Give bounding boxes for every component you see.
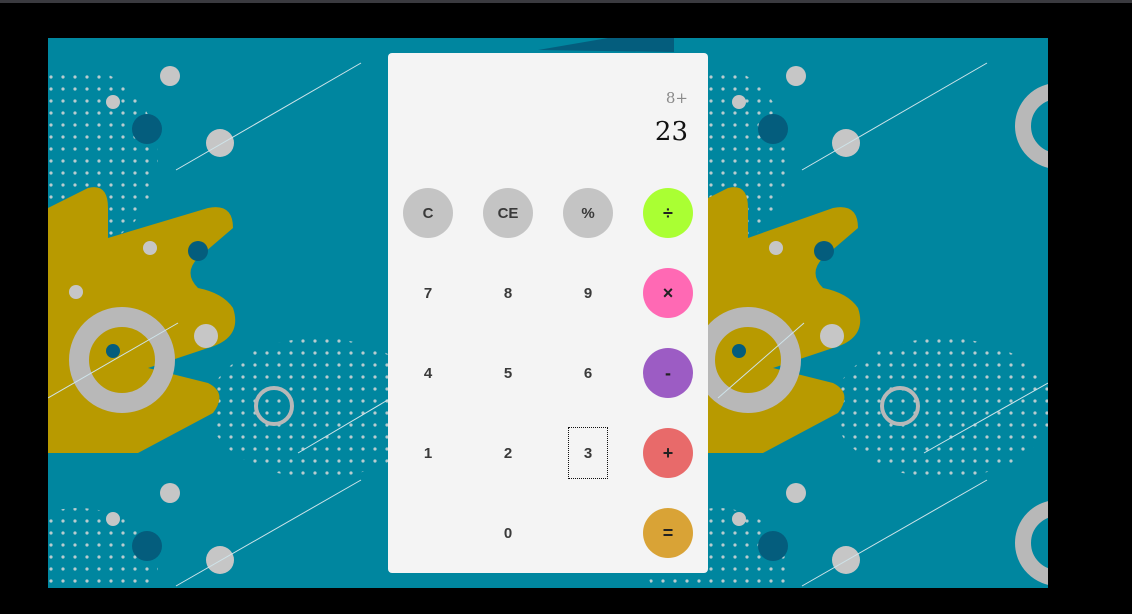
digit-0-button[interactable]: 0: [483, 508, 533, 558]
digit-6-button[interactable]: 6: [563, 348, 613, 398]
multiply-button[interactable]: ×: [643, 268, 693, 318]
percent-button[interactable]: %: [563, 188, 613, 238]
calculator-display: 8+ 23: [388, 53, 708, 173]
clear-entry-button[interactable]: CE: [483, 188, 533, 238]
equals-button[interactable]: =: [643, 508, 693, 558]
expression-text: 8+: [665, 89, 688, 107]
calculator: 8+ 23 C CE % ÷ 7 8 9 × 4 5 6 - 1 2 3 + 0…: [388, 53, 708, 573]
digit-4-button[interactable]: 4: [403, 348, 453, 398]
digit-3-button[interactable]: 3: [568, 427, 608, 479]
digit-8-button[interactable]: 8: [483, 268, 533, 318]
digit-2-button[interactable]: 2: [483, 428, 533, 478]
digit-5-button[interactable]: 5: [483, 348, 533, 398]
digit-7-button[interactable]: 7: [403, 268, 453, 318]
window-top-bar: [0, 0, 1132, 3]
subtract-button[interactable]: -: [643, 348, 693, 398]
clear-button[interactable]: C: [403, 188, 453, 238]
digit-9-button[interactable]: 9: [563, 268, 613, 318]
digit-1-button[interactable]: 1: [403, 428, 453, 478]
add-button[interactable]: +: [643, 428, 693, 478]
result-text: 23: [654, 117, 688, 147]
divide-button[interactable]: ÷: [643, 188, 693, 238]
